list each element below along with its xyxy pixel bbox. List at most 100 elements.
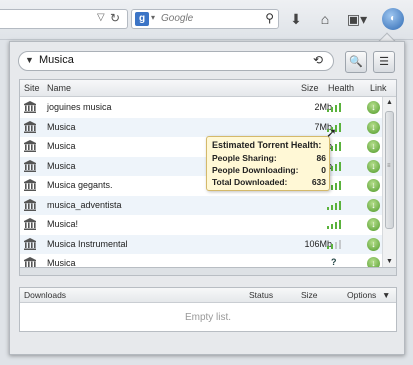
engine-dropdown-icon[interactable]: ▾ xyxy=(151,13,155,22)
reload-icon[interactable]: ↻ xyxy=(110,11,120,25)
results-horizontal-scrollbar[interactable] xyxy=(19,268,397,276)
health-bars-icon: ? xyxy=(327,257,343,267)
site-library-icon xyxy=(24,101,36,113)
column-download-size[interactable]: Size xyxy=(301,290,318,300)
mouse-cursor-icon: ➚ xyxy=(326,125,337,140)
tooltip-value: 86 xyxy=(316,153,326,163)
tooltip-label: People Downloading: xyxy=(212,165,299,175)
health-bars-icon xyxy=(327,200,343,210)
url-bar[interactable]: ▽ ↻ xyxy=(0,9,128,29)
health-bar xyxy=(327,245,329,249)
extension-globe-icon[interactable]: ◐ xyxy=(382,8,404,30)
health-bar xyxy=(335,202,337,210)
health-bar xyxy=(335,163,337,171)
tooltip-row-total: Total Downloaded: 633 xyxy=(212,177,326,187)
table-row[interactable]: Musica Instrumental 106Mb ↓ xyxy=(20,234,382,254)
site-library-icon xyxy=(24,179,36,191)
scroll-thumb[interactable]: ≡ xyxy=(385,111,394,229)
health-bar xyxy=(327,226,329,229)
health-bar xyxy=(331,243,333,249)
column-name[interactable]: Name xyxy=(47,83,71,93)
health-bar xyxy=(331,224,333,229)
tooltip-row-sharing: People Sharing: 86 xyxy=(212,153,326,163)
health-bar xyxy=(331,165,333,171)
table-row[interactable]: Musica? ↓ xyxy=(20,254,382,268)
query-value: Musica xyxy=(39,54,74,66)
row-name: Musica Instrumental xyxy=(47,238,128,249)
scroll-grip-icon: ≡ xyxy=(387,163,391,169)
health-bar xyxy=(339,200,341,210)
query-input[interactable]: ▼ Musica ⟲ xyxy=(18,51,334,71)
home-icon[interactable]: ⌂ xyxy=(314,9,336,29)
column-size[interactable]: Size xyxy=(301,83,319,93)
download-icon[interactable]: ⬇ xyxy=(285,9,307,29)
row-name: Musica xyxy=(47,258,76,268)
browser-toolbar: ▽ ↻ g ▾ Google ⚲ ⬇ ⌂ ▣▾ ◐ xyxy=(0,0,413,40)
health-bar xyxy=(331,204,333,210)
column-downloads[interactable]: Downloads xyxy=(24,290,66,300)
download-link-icon[interactable]: ↓ xyxy=(367,159,380,173)
results-scrollbar[interactable]: ▲ ≡ ▼ xyxy=(382,97,396,267)
column-link[interactable]: Link xyxy=(370,83,387,93)
column-site[interactable]: Site xyxy=(24,83,40,93)
settings-panel-icon: ☰ xyxy=(379,56,389,68)
site-library-icon xyxy=(24,140,36,152)
health-bar xyxy=(339,220,341,229)
download-link-icon[interactable]: ↓ xyxy=(367,120,380,134)
download-link-icon[interactable]: ↓ xyxy=(367,237,380,251)
download-link-icon[interactable]: ↓ xyxy=(367,198,380,212)
options-menu[interactable]: Options xyxy=(347,290,376,300)
health-bar xyxy=(327,109,329,112)
health-bar xyxy=(339,161,341,171)
search-bar[interactable]: g ▾ Google ⚲ xyxy=(131,9,279,29)
table-row[interactable]: joguines musica 2Mb ↓ xyxy=(20,98,382,117)
options-dropdown-icon[interactable]: ▼ xyxy=(382,290,390,300)
table-row[interactable]: Musica! ↓ xyxy=(20,215,382,234)
column-health[interactable]: Health xyxy=(328,83,354,93)
row-name: musica_adventista xyxy=(47,199,122,210)
search-icon[interactable]: ⚲ xyxy=(265,11,274,25)
settings-button[interactable]: ☰ xyxy=(373,51,395,73)
refresh-search-icon[interactable]: ⟲ xyxy=(313,53,323,67)
health-bars-icon xyxy=(327,239,343,249)
health-bar xyxy=(339,103,341,112)
url-history-dropdown-icon[interactable]: ▽ xyxy=(97,12,105,23)
health-bars-icon xyxy=(327,219,343,229)
row-name: Musica xyxy=(47,121,76,132)
download-link-icon[interactable]: ↓ xyxy=(367,140,380,153)
health-bar xyxy=(339,142,341,151)
health-bar xyxy=(335,144,337,151)
scroll-down-icon[interactable]: ▼ xyxy=(386,258,393,265)
tooltip-title: Estimated Torrent Health: xyxy=(212,140,322,150)
site-library-icon xyxy=(24,120,36,133)
site-library-icon xyxy=(24,198,36,211)
bookmarks-menu-icon[interactable]: ▣▾ xyxy=(343,9,371,29)
torrent-health-tooltip: Estimated Torrent Health: People Sharing… xyxy=(206,136,330,191)
tooltip-value: 633 xyxy=(311,177,326,187)
tooltip-label: Total Downloaded: xyxy=(212,177,288,187)
download-link-icon[interactable]: ↓ xyxy=(367,218,380,231)
torrent-search-panel: ▼ Musica ⟲ 🔍 ☰ Site Name Size Health Lin… xyxy=(9,41,405,355)
health-bar xyxy=(331,146,333,151)
health-unknown: ? xyxy=(331,257,337,267)
google-engine-icon[interactable]: g xyxy=(135,12,149,26)
download-link-icon[interactable]: ↓ xyxy=(367,101,380,114)
column-status[interactable]: Status xyxy=(249,290,273,300)
health-bar xyxy=(339,181,341,190)
row-name: Musica! xyxy=(47,219,79,229)
scroll-up-icon[interactable]: ▲ xyxy=(386,99,393,106)
health-bar xyxy=(331,107,333,112)
search-web-button[interactable]: 🔍 xyxy=(345,51,367,73)
download-link-icon[interactable]: ↓ xyxy=(367,179,380,192)
query-dropdown-icon[interactable]: ▼ xyxy=(25,55,34,65)
health-bar xyxy=(335,105,337,112)
row-name: joguines musica xyxy=(47,102,112,112)
site-library-icon xyxy=(24,218,36,230)
site-library-icon xyxy=(24,237,36,250)
search-placeholder: Google xyxy=(161,13,194,24)
health-bar xyxy=(335,222,337,229)
download-link-icon[interactable]: ↓ xyxy=(367,257,380,267)
table-row[interactable]: musica_adventista ↓ xyxy=(20,195,382,215)
health-bar xyxy=(335,183,337,190)
results-header: Site Name Size Health Link xyxy=(20,80,396,97)
